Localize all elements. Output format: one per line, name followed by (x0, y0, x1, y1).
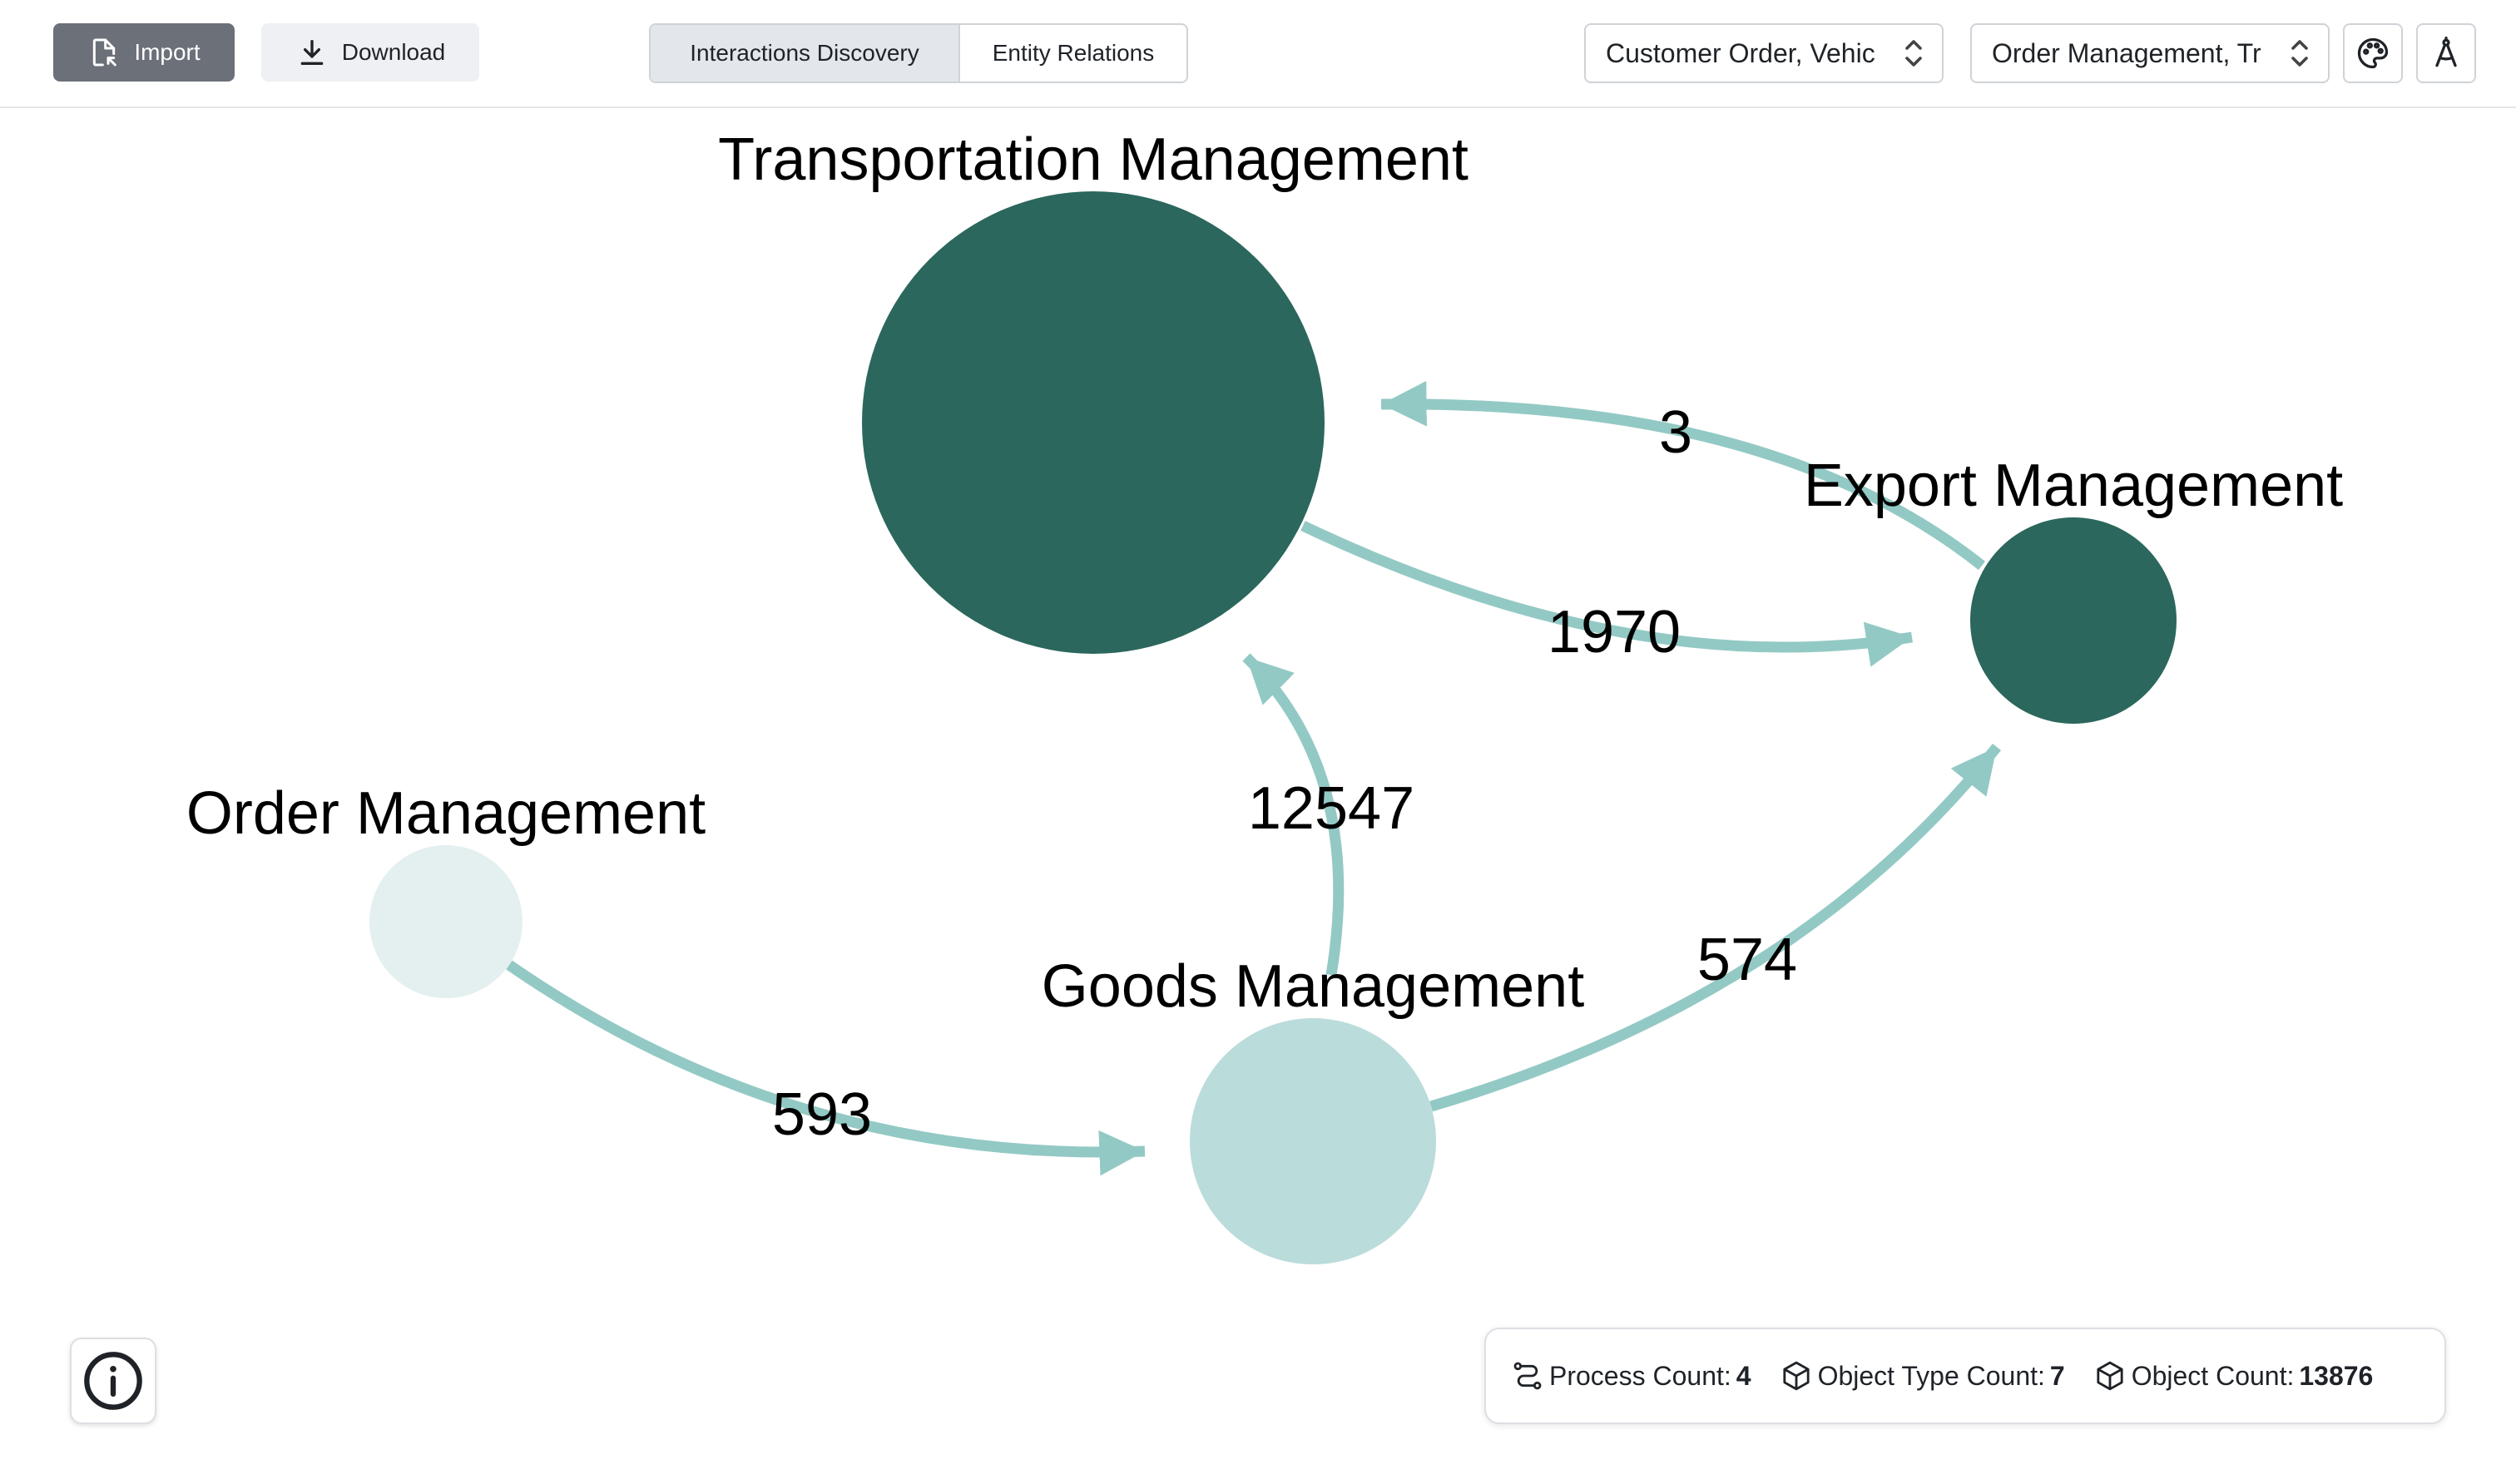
edge-label-export-to-transportation: 3 (1659, 399, 1692, 466)
process-count-value: 4 (1736, 1360, 1751, 1391)
edge-label-transportation-to-export: 1970 (1548, 599, 1681, 665)
chevron-updown-icon (2291, 40, 2308, 67)
object-type-count-stat: Object Type Count: 7 (1780, 1359, 2065, 1392)
cube-icon (1782, 1361, 1810, 1391)
color-palette-button[interactable] (2343, 23, 2403, 83)
process-count-stat: Process Count: 4 (1511, 1359, 1751, 1392)
file-import-icon (93, 38, 117, 67)
edge-label-goods-to-transportation: 12547 (1248, 775, 1414, 842)
process-select[interactable]: Order Management, Tr (1970, 23, 2330, 83)
object-type-select-value: Customer Order, Vehic (1606, 37, 1875, 68)
object-count-label: Object Count: (2131, 1360, 2295, 1391)
cube-icon (2097, 1361, 2123, 1391)
node-transportation-management[interactable] (862, 191, 1325, 654)
object-type-select[interactable]: Customer Order, Vehic (1584, 23, 1944, 83)
node-label-transportation-management: Transportation Management (718, 126, 1468, 193)
palette-icon (2357, 37, 2389, 69)
object-count-value: 13876 (2299, 1360, 2374, 1391)
tab-interactions-discovery[interactable]: Interactions Discovery (651, 25, 960, 82)
object-type-count-value: 7 (2049, 1360, 2065, 1391)
process-select-value: Order Management, Tr (1992, 37, 2261, 68)
node-goods-management[interactable] (1190, 1018, 1436, 1264)
object-type-count-label: Object Type Count: (1817, 1360, 2045, 1391)
view-mode-tabs: Interactions Discovery Entity Relations (649, 23, 1188, 83)
route-icon (1513, 1362, 1542, 1390)
tab-entity-relations[interactable]: Entity Relations (960, 25, 1186, 82)
import-label: Import (134, 39, 201, 65)
node-label-order-management: Order Management (186, 780, 706, 847)
stats-panel: Process Count: 4 Object Type Count: 7 Ob… (1484, 1328, 2446, 1424)
layout-compass-button[interactable] (2416, 23, 2476, 83)
compass-icon (2435, 37, 2457, 67)
download-label: Download (341, 39, 446, 65)
info-button[interactable] (70, 1338, 156, 1424)
node-label-goods-management: Goods Management (1042, 953, 1584, 1020)
edge-label-goods-to-export: 574 (1697, 927, 1797, 993)
node-order-management[interactable] (369, 845, 523, 998)
download-icon (300, 40, 324, 66)
object-count-stat: Object Count: 13876 (2093, 1359, 2374, 1392)
node-export-management[interactable] (1970, 517, 2177, 724)
chevron-updown-icon (1905, 40, 1922, 67)
edge-label-order-to-goods: 593 (772, 1081, 872, 1148)
download-button[interactable]: Download (261, 23, 479, 82)
process-count-label: Process Count: (1549, 1360, 1731, 1391)
process-interaction-graph[interactable]: Transportation Management Export Managem… (0, 108, 2516, 1339)
top-toolbar: Import Download Interactions Discovery E… (0, 0, 2516, 108)
node-label-export-management: Export Management (1804, 453, 2343, 519)
info-icon (84, 1352, 142, 1410)
import-button[interactable]: Import (53, 23, 235, 82)
